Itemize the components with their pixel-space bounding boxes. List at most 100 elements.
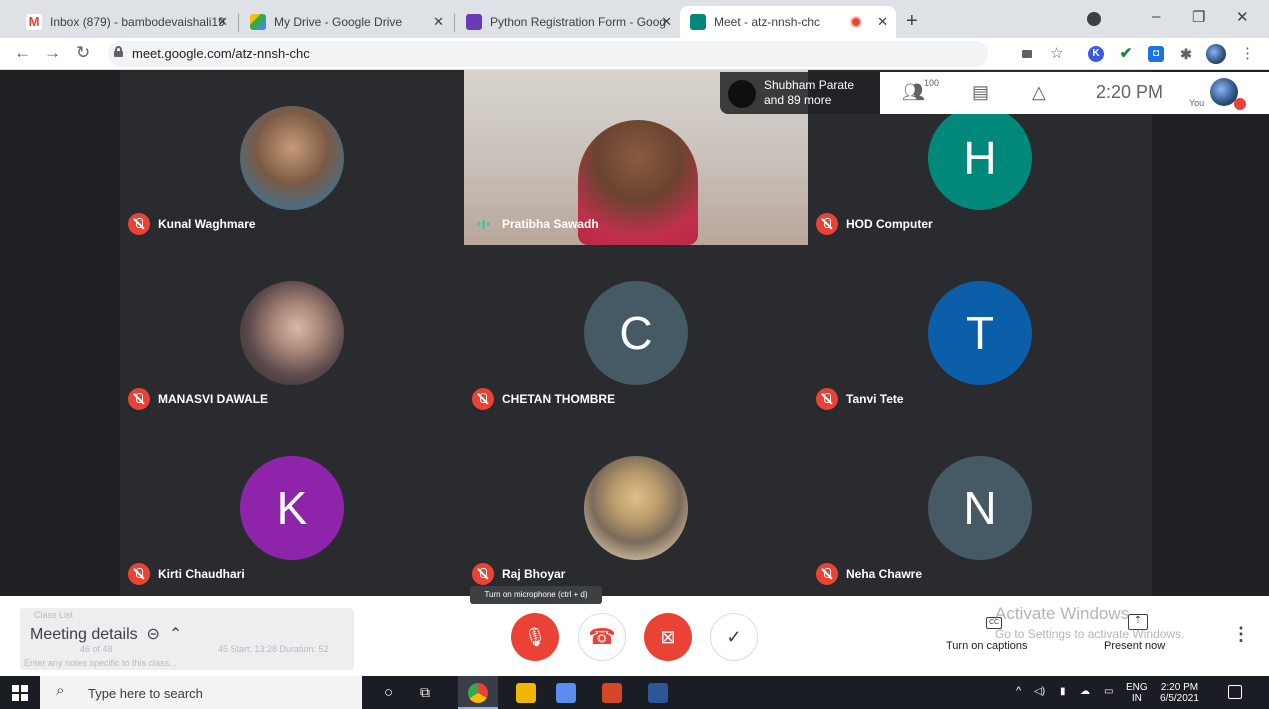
meeting-top-bar: 👥︎ 100 ▤ △ 2:20 PM You [880, 72, 1269, 114]
participant-name: Raj Bhoyar [502, 567, 566, 581]
forward-icon[interactable]: → [44, 43, 61, 63]
participant-name: Tanvi Tete [846, 392, 904, 406]
taskbar-date: 6/5/2021 [1160, 693, 1199, 704]
tab-forms[interactable]: Python Registration Form - Goog ✕ [456, 6, 680, 38]
activate-windows-subtitle: Go to Settings to activate Windows. [995, 627, 1185, 641]
mic-tray-icon[interactable]: ▮ [1060, 686, 1066, 697]
network-icon[interactable]: ▭ [1104, 686, 1113, 697]
participant-avatar: H [928, 106, 1032, 210]
participant-tile[interactable]: T Tanvi Tete [808, 245, 1152, 420]
participant-name: CHETAN THOMBRE [502, 392, 616, 406]
participant-name: Neha Chawre [846, 567, 923, 581]
participant-tile[interactable]: Kunal Waghmare [120, 70, 464, 245]
participant-avatar: T [928, 281, 1032, 385]
url-text[interactable]: meet.google.com/atz-nnsh-chc [132, 46, 310, 61]
chat-icon[interactable]: ▤ [972, 82, 989, 103]
attendance-button[interactable]: ✓ [710, 613, 758, 661]
search-icon: ⌕ [56, 682, 65, 699]
tab-title: Inbox (879) - bambodevaishali19 [50, 15, 225, 29]
close-window-button[interactable]: ✕ [1236, 8, 1249, 26]
puzzle-icon[interactable]: ✱ [1178, 46, 1194, 62]
people-icon[interactable]: 👥︎ [902, 82, 925, 103]
star-icon[interactable]: ☆ [1050, 44, 1063, 62]
participant-avatar: K [240, 456, 344, 560]
notification-icon[interactable] [1228, 685, 1242, 699]
gmail-icon: M [26, 14, 42, 30]
active-viewers-overlay: Shubham Parate and 89 more [720, 72, 880, 114]
back-icon[interactable]: ← [14, 43, 31, 63]
check-icon: ✓ [726, 626, 742, 647]
meeting-details-button[interactable]: Meeting details ⊝ ⌃ [30, 624, 182, 644]
microphone-button[interactable]: 🎙︎ [511, 613, 559, 661]
microphone-tooltip: Turn on microphone (ctrl + d) [470, 586, 602, 604]
mic-off-icon [816, 213, 838, 235]
class-stats: 45 Start: 13:28 Duration: 52 [218, 644, 329, 654]
language-indicator[interactable]: ENG IN [1126, 682, 1148, 704]
meeting-details-label: Meeting details [30, 626, 138, 643]
new-tab-button[interactable]: + [906, 10, 918, 33]
task-view-icon[interactable]: ⧉ [420, 684, 430, 701]
onedrive-icon[interactable]: ☁ [1080, 686, 1090, 697]
tab-title: Meet - atz-nnsh-chc [714, 15, 821, 29]
checkmark-extension-icon[interactable]: ✔ [1118, 46, 1134, 62]
mic-off-icon [472, 563, 494, 585]
mic-off-icon [472, 388, 494, 410]
language-code: ENG [1126, 682, 1148, 693]
self-mic-off-icon [1234, 98, 1246, 110]
windows-start-icon[interactable] [12, 685, 28, 701]
restore-button[interactable]: ❐ [1192, 8, 1205, 26]
close-icon[interactable]: ✕ [877, 14, 888, 30]
file-explorer-icon[interactable] [516, 683, 536, 703]
profile-icon[interactable] [1087, 12, 1101, 26]
tab-title: My Drive - Google Drive [274, 15, 403, 29]
participant-tile[interactable]: C CHETAN THOMBRE [464, 245, 808, 420]
word-icon[interactable] [648, 683, 668, 703]
you-label: You [1189, 98, 1205, 108]
participant-avatar: N [928, 456, 1032, 560]
viewer-more: and 89 more [764, 93, 832, 107]
taskbar-search[interactable]: ⌕ Type here to search [40, 676, 362, 709]
tab-meet[interactable]: Meet - atz-nnsh-chc ✕ [680, 6, 896, 38]
taskbar-clock[interactable]: 2:20 PM 6/5/2021 [1160, 682, 1199, 704]
close-icon[interactable]: ✕ [661, 14, 672, 30]
participant-name: Kirti Chaudhari [158, 567, 245, 581]
reload-icon[interactable]: ↻ [76, 43, 90, 63]
close-icon[interactable]: ✕ [433, 14, 444, 30]
volume-icon[interactable]: ◁) [1034, 686, 1045, 697]
cortana-icon[interactable]: ○ [384, 684, 393, 701]
participant-tile[interactable]: K Kirti Chaudhari [120, 420, 464, 595]
close-icon[interactable]: ✕ [217, 14, 228, 30]
tab-divider [238, 14, 239, 32]
profile-avatar[interactable] [1206, 44, 1226, 64]
forms-icon [466, 14, 482, 30]
tab-gmail[interactable]: M Inbox (879) - bambodevaishali19 ✕ [16, 6, 236, 38]
camera-button[interactable]: ⊠ [644, 613, 692, 661]
participant-tile[interactable]: Raj Bhoyar [464, 420, 808, 595]
captions-label[interactable]: Turn on captions [946, 640, 1028, 652]
app-icon[interactable] [556, 683, 576, 703]
mic-off-icon [816, 388, 838, 410]
drive-icon [250, 14, 266, 30]
tab-drive[interactable]: My Drive - Google Drive ✕ [240, 6, 452, 38]
activate-windows-title: Activate Windows [995, 604, 1130, 623]
minimize-button[interactable]: – [1152, 8, 1160, 25]
present-label[interactable]: Present now [1104, 640, 1165, 652]
hang-up-icon: ☎︎ [588, 624, 616, 649]
search-placeholder: Type here to search [88, 686, 203, 701]
camera-indicator-icon[interactable] [1022, 50, 1032, 58]
leave-call-button[interactable]: ☎︎ [578, 613, 626, 661]
participant-tile[interactable]: N Neha Chawre [808, 420, 1152, 595]
activities-icon[interactable]: △ [1032, 82, 1046, 103]
taskbar-time: 2:20 PM [1160, 682, 1199, 693]
extension-icon[interactable]: K [1088, 46, 1104, 62]
meeting-clock: 2:20 PM [1096, 82, 1164, 102]
tray-arrow-icon[interactable]: ^ [1016, 686, 1021, 697]
mic-off-icon [816, 563, 838, 585]
speaking-indicator-icon [472, 213, 494, 235]
menu-icon[interactable]: ⋮ [1240, 44, 1255, 62]
more-options-icon[interactable]: ⋮ [1232, 624, 1250, 645]
powerpoint-icon[interactable] [602, 683, 622, 703]
participant-tile[interactable]: MANASVI DAWALE [120, 245, 464, 420]
chevron-up-icon: ⌃ [168, 626, 183, 643]
extension-icon[interactable]: ◘ [1148, 46, 1164, 62]
